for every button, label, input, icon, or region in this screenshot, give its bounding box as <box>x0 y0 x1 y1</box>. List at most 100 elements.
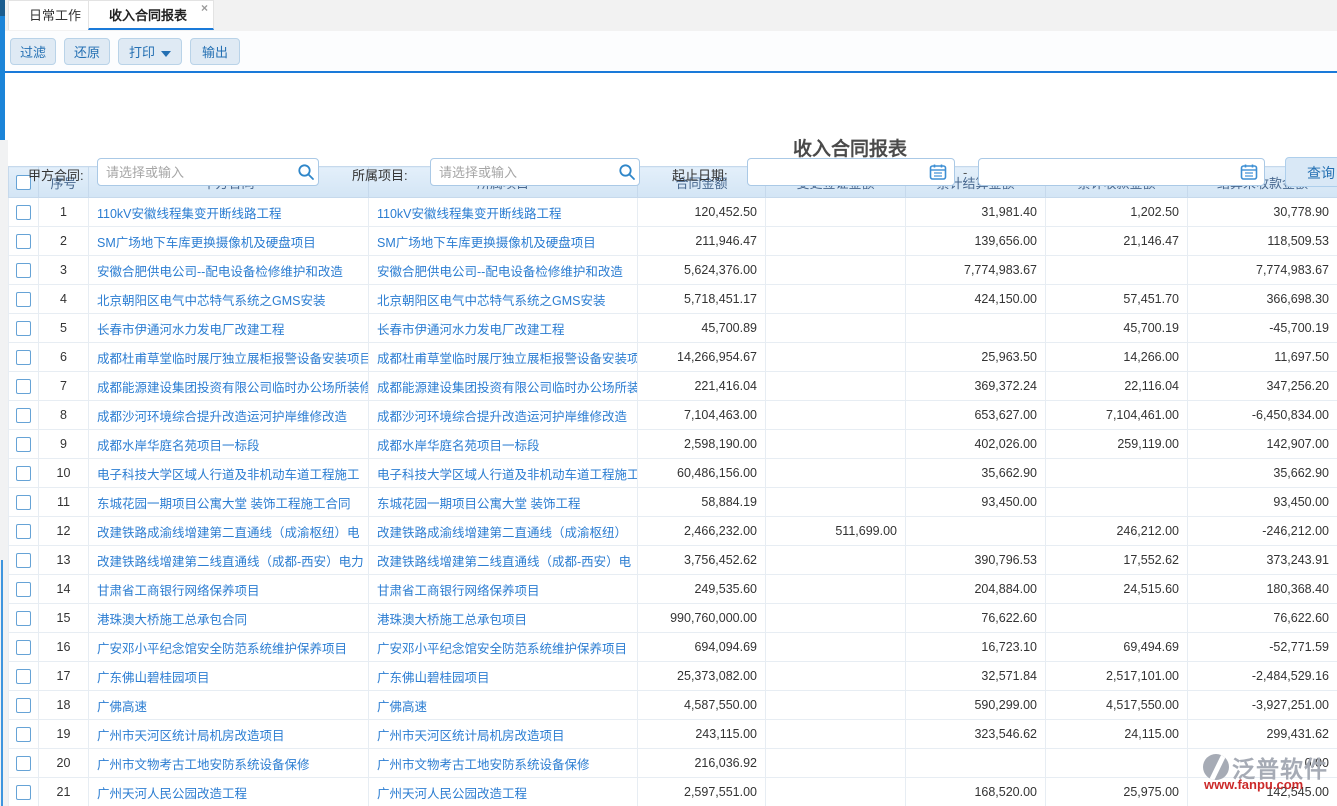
contract-link[interactable]: SM广场地下车库更换摄像机及硬盘项目 <box>97 236 316 250</box>
search-icon[interactable] <box>297 163 315 181</box>
project-cell: 安徽合肥供电公司--配电设备检修维护和改造 <box>369 256 638 285</box>
contract-link[interactable]: 港珠澳大桥施工总承包合同 <box>97 613 247 627</box>
row-checkbox[interactable] <box>16 495 31 510</box>
row-checkbox-cell <box>9 343 39 372</box>
contract-link[interactable]: 广州市天河区统计局机房改造项目 <box>97 729 285 743</box>
received-amount: 22,116.04 <box>1046 372 1188 401</box>
contract-link[interactable]: 东城花园一期项目公寓大堂 装饰工程施工合同 <box>97 497 350 511</box>
project-cell: 电子科技大学区域人行道及非机动车道工程施工 <box>369 459 638 488</box>
row-checkbox[interactable] <box>16 669 31 684</box>
project-link[interactable]: 成都水岸华庭名苑项目一标段 <box>377 439 540 453</box>
table-row: 11东城花园一期项目公寓大堂 装饰工程施工合同东城花园一期项目公寓大堂 装饰工程… <box>9 488 1337 517</box>
project-link[interactable]: 成都能源建设集团投资有限公司临时办公场所装修 <box>377 381 638 395</box>
row-checkbox[interactable] <box>16 379 31 394</box>
search-icon[interactable] <box>618 163 636 181</box>
row-checkbox[interactable] <box>16 524 31 539</box>
row-number: 5 <box>39 314 89 343</box>
calendar-icon[interactable] <box>929 163 947 181</box>
project-link[interactable]: 电子科技大学区域人行道及非机动车道工程施工 <box>377 468 638 482</box>
export-button[interactable]: 输出 <box>190 38 240 65</box>
row-checkbox[interactable] <box>16 437 31 452</box>
project-link[interactable]: 港珠澳大桥施工总承包项目 <box>377 613 527 627</box>
project-link[interactable]: 改建铁路线增建第二线直通线（成都-西安）电 <box>377 555 631 569</box>
contract-link[interactable]: 广安邓小平纪念馆安全防范系统维护保养项目 <box>97 642 347 656</box>
date-end-input[interactable] <box>978 158 1265 186</box>
project-link[interactable]: 广东佛山碧桂园项目 <box>377 671 490 685</box>
project-link[interactable]: 甘肃省工商银行网络保养项目 <box>377 584 540 598</box>
row-checkbox[interactable] <box>16 350 31 365</box>
row-number: 6 <box>39 343 89 372</box>
contract-link[interactable]: 长春市伊通河水力发电厂改建工程 <box>97 323 285 337</box>
project-link[interactable]: SM广场地下车库更换摄像机及硬盘项目 <box>377 236 596 250</box>
contract-link[interactable]: 改建铁路线增建第二线直通线（成都-西安）电力 <box>97 555 364 569</box>
contract-link[interactable]: 安徽合肥供电公司--配电设备检修维护和改造 <box>97 265 343 279</box>
project-link[interactable]: 广州天河人民公园改造工程 <box>377 787 527 801</box>
print-button[interactable]: 打印 <box>118 38 182 65</box>
change-amount <box>766 604 906 633</box>
row-checkbox[interactable] <box>16 698 31 713</box>
project-link[interactable]: 东城花园一期项目公寓大堂 装饰工程 <box>377 497 580 511</box>
row-checkbox[interactable] <box>16 727 31 742</box>
row-checkbox-cell <box>9 720 39 749</box>
row-checkbox[interactable] <box>16 640 31 655</box>
calendar-icon[interactable] <box>1240 163 1258 181</box>
project-filter-input[interactable] <box>430 158 640 186</box>
project-link[interactable]: 成都杜甫草堂临时展厅独立展柜报警设备安装项目 <box>377 352 638 366</box>
change-amount <box>766 372 906 401</box>
contract-link[interactable]: 广东佛山碧桂园项目 <box>97 671 210 685</box>
project-link[interactable]: 安徽合肥供电公司--配电设备检修维护和改造 <box>377 265 623 279</box>
project-link[interactable]: 成都沙河环境综合提升改造运河护岸维修改造 <box>377 410 627 424</box>
row-checkbox[interactable] <box>16 263 31 278</box>
project-link[interactable]: 改建铁路成渝线增建第二直通线（成渝枢纽） <box>377 526 627 540</box>
row-checkbox[interactable] <box>16 466 31 481</box>
project-link[interactable]: 广佛高速 <box>377 700 427 714</box>
contract-link[interactable]: 110kV安徽线程集变开断线路工程 <box>97 207 282 221</box>
row-checkbox[interactable] <box>16 205 31 220</box>
query-button[interactable]: 查询 <box>1285 157 1337 187</box>
row-checkbox[interactable] <box>16 408 31 423</box>
settled-amount: 590,299.00 <box>906 691 1046 720</box>
unpaid-amount: 373,243.91 <box>1188 546 1337 575</box>
restore-button[interactable]: 还原 <box>64 38 110 65</box>
received-amount: 259,119.00 <box>1046 430 1188 459</box>
contract-link[interactable]: 成都水岸华庭名苑项目一标段 <box>97 439 260 453</box>
settled-amount: 424,150.00 <box>906 285 1046 314</box>
row-checkbox[interactable] <box>16 321 31 336</box>
project-link[interactable]: 110kV安徽线程集变开断线路工程 <box>377 207 562 221</box>
contract-link[interactable]: 北京朝阳区电气中芯特气系统之GMS安装 <box>97 294 325 308</box>
project-link[interactable]: 广州市文物考古工地安防系统设备保修 <box>377 758 590 772</box>
row-checkbox[interactable] <box>16 785 31 800</box>
received-amount: 25,975.00 <box>1046 778 1188 806</box>
project-link[interactable]: 北京朝阳区电气中芯特气系统之GMS安装 <box>377 294 605 308</box>
contract-link[interactable]: 甘肃省工商银行网络保养项目 <box>97 584 260 598</box>
received-amount: 21,146.47 <box>1046 227 1188 256</box>
received-amount <box>1046 488 1188 517</box>
contract-link[interactable]: 成都沙河环境综合提升改造运河护岸维修改造 <box>97 410 347 424</box>
row-checkbox[interactable] <box>16 756 31 771</box>
project-link[interactable]: 广安邓小平纪念馆安全防范系统维护保养项目 <box>377 642 627 656</box>
date-start-input[interactable] <box>747 158 955 186</box>
row-checkbox[interactable] <box>16 292 31 307</box>
contract-link[interactable]: 广州市文物考古工地安防系统设备保修 <box>97 758 310 772</box>
row-checkbox[interactable] <box>16 611 31 626</box>
contract-link[interactable]: 广州天河人民公园改造工程 <box>97 787 247 801</box>
filter-button[interactable]: 过滤 <box>10 38 56 65</box>
row-checkbox[interactable] <box>16 234 31 249</box>
table-row: 10电子科技大学区域人行道及非机动车道工程施工电子科技大学区域人行道及非机动车道… <box>9 459 1337 488</box>
tab-label: 收入合同报表 <box>109 8 187 23</box>
project-link[interactable]: 长春市伊通河水力发电厂改建工程 <box>377 323 565 337</box>
settled-amount: 402,026.00 <box>906 430 1046 459</box>
contract-link[interactable]: 成都能源建设集团投资有限公司临时办公场所装修 <box>97 381 369 395</box>
row-checkbox-cell <box>9 227 39 256</box>
row-checkbox[interactable] <box>16 582 31 597</box>
project-link[interactable]: 广州市天河区统计局机房改造项目 <box>377 729 565 743</box>
row-checkbox-cell <box>9 691 39 720</box>
contract-link[interactable]: 电子科技大学区域人行道及非机动车道工程施工 <box>97 468 360 482</box>
contract-link[interactable]: 广佛高速 <box>97 700 147 714</box>
row-checkbox[interactable] <box>16 553 31 568</box>
tab-income-contract-report[interactable]: 收入合同报表 × <box>88 0 214 30</box>
contract-link[interactable]: 成都杜甫草堂临时展厅独立展柜报警设备安装项目 <box>97 352 369 366</box>
close-icon[interactable]: × <box>201 2 208 14</box>
contract-link[interactable]: 改建铁路成渝线增建第二直通线（成渝枢纽）电 <box>97 526 360 540</box>
contract-filter-input[interactable] <box>97 158 319 186</box>
